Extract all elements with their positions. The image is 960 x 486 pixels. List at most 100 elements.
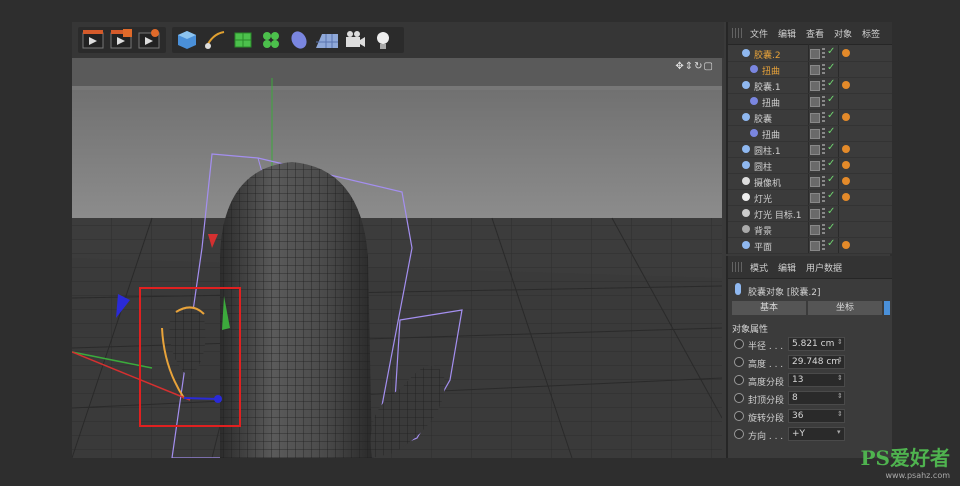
dropdown-arrow-icon[interactable]: ▾ bbox=[837, 428, 841, 436]
object-row[interactable]: 扭曲 ✓ bbox=[728, 62, 892, 78]
tag-icon[interactable] bbox=[842, 177, 850, 185]
visibility-dots[interactable] bbox=[822, 96, 825, 106]
visibility-dots[interactable] bbox=[822, 80, 825, 90]
visibility-dots[interactable] bbox=[822, 192, 825, 202]
enable-check-icon[interactable]: ✓ bbox=[827, 46, 835, 57]
render-settings-icon[interactable] bbox=[136, 28, 162, 52]
cloner-icon[interactable] bbox=[258, 28, 284, 52]
light-icon[interactable] bbox=[370, 28, 396, 52]
layer-swatch[interactable] bbox=[810, 97, 820, 107]
layer-swatch[interactable] bbox=[810, 49, 820, 59]
3d-viewport[interactable]: ✥⇕↻▢ bbox=[72, 58, 722, 458]
subdivision-surface-icon[interactable] bbox=[230, 28, 256, 52]
object-row[interactable]: 胶囊 ✓ bbox=[728, 110, 892, 126]
viewport-navigation-controls[interactable]: ✥⇕↻▢ bbox=[675, 61, 714, 72]
render-to-picture-viewer-icon[interactable] bbox=[108, 28, 134, 52]
enable-check-icon[interactable]: ✓ bbox=[827, 190, 835, 201]
enable-check-icon[interactable]: ✓ bbox=[827, 110, 835, 121]
tag-icon[interactable] bbox=[842, 161, 850, 169]
animate-radio[interactable] bbox=[734, 339, 744, 349]
menu-edit[interactable]: 编辑 bbox=[778, 27, 796, 40]
render-view-icon[interactable] bbox=[80, 28, 106, 52]
camera-icon[interactable] bbox=[342, 28, 368, 52]
cube-icon[interactable] bbox=[174, 28, 200, 52]
deformer-icon[interactable] bbox=[286, 28, 312, 52]
animate-radio[interactable] bbox=[734, 393, 744, 403]
layer-swatch[interactable] bbox=[810, 145, 820, 155]
grip-icon[interactable] bbox=[732, 28, 742, 38]
enable-check-icon[interactable]: ✓ bbox=[827, 62, 835, 73]
visibility-dots[interactable] bbox=[822, 48, 825, 58]
animate-radio[interactable] bbox=[734, 375, 744, 385]
visibility-dots[interactable] bbox=[822, 128, 825, 138]
spinner-icon[interactable]: ⇕ bbox=[837, 356, 843, 364]
visibility-dots[interactable] bbox=[822, 112, 825, 122]
animate-radio[interactable] bbox=[734, 411, 744, 421]
visibility-dots[interactable] bbox=[822, 144, 825, 154]
tag-icon[interactable] bbox=[842, 81, 850, 89]
enable-check-icon[interactable]: ✓ bbox=[827, 94, 835, 105]
tag-icon[interactable] bbox=[842, 49, 850, 57]
layer-swatch[interactable] bbox=[810, 129, 820, 139]
layer-swatch[interactable] bbox=[810, 65, 820, 75]
object-row[interactable]: 圆柱.1 ✓ bbox=[728, 142, 892, 158]
menu-file[interactable]: 文件 bbox=[750, 27, 768, 40]
object-row[interactable]: 背景 ✓ bbox=[728, 222, 892, 238]
tab-coord[interactable]: 坐标 bbox=[808, 301, 882, 315]
layer-swatch[interactable] bbox=[810, 81, 820, 91]
object-row[interactable]: 灯光 目标.1 ✓ bbox=[728, 206, 892, 222]
enable-check-icon[interactable]: ✓ bbox=[827, 206, 835, 217]
visibility-dots[interactable] bbox=[822, 208, 825, 218]
layer-swatch[interactable] bbox=[810, 193, 820, 203]
enable-check-icon[interactable]: ✓ bbox=[827, 78, 835, 89]
visibility-dots[interactable] bbox=[822, 64, 825, 74]
object-row[interactable]: 扭曲 ✓ bbox=[728, 94, 892, 110]
enable-check-icon[interactable]: ✓ bbox=[827, 238, 835, 249]
spinner-icon[interactable]: ⇕ bbox=[837, 392, 843, 400]
tag-icon[interactable] bbox=[842, 241, 850, 249]
object-row[interactable]: 平面 ✓ bbox=[728, 238, 892, 254]
pen-icon[interactable] bbox=[202, 28, 228, 52]
layer-swatch[interactable] bbox=[810, 177, 820, 187]
menu-tag[interactable]: 标签 bbox=[862, 27, 880, 40]
layer-swatch[interactable] bbox=[810, 209, 820, 219]
layer-swatch[interactable] bbox=[810, 161, 820, 171]
tag-icon[interactable] bbox=[842, 145, 850, 153]
visibility-dots[interactable] bbox=[822, 240, 825, 250]
floor-icon[interactable] bbox=[314, 28, 340, 52]
object-row[interactable]: 灯光 ✓ bbox=[728, 190, 892, 206]
menu-mode[interactable]: 模式 bbox=[750, 261, 768, 274]
menu-view[interactable]: 查看 bbox=[806, 27, 824, 40]
animate-radio[interactable] bbox=[734, 357, 744, 367]
spinner-icon[interactable]: ⇕ bbox=[837, 374, 843, 382]
object-row[interactable]: 胶囊.1 ✓ bbox=[728, 78, 892, 94]
menu-user-data[interactable]: 用户数据 bbox=[806, 261, 842, 274]
tag-icon[interactable] bbox=[842, 113, 850, 121]
spinner-icon[interactable]: ⇕ bbox=[837, 338, 843, 346]
tab-indicator bbox=[884, 301, 890, 315]
object-row[interactable]: 圆柱 ✓ bbox=[728, 158, 892, 174]
enable-check-icon[interactable]: ✓ bbox=[827, 142, 835, 153]
tab-basic[interactable]: 基本 bbox=[732, 301, 806, 315]
object-row[interactable]: 扭曲 ✓ bbox=[728, 126, 892, 142]
object-row[interactable]: 摄像机 ✓ bbox=[728, 174, 892, 190]
visibility-dots[interactable] bbox=[822, 224, 825, 234]
layer-swatch[interactable] bbox=[810, 225, 820, 235]
attribute-manager: 模式 编辑 用户数据 胶囊对象 [胶囊.2] 基本 坐标 对象属性 半径 . .… bbox=[726, 256, 892, 458]
grip-icon[interactable] bbox=[732, 262, 742, 272]
menu-edit[interactable]: 编辑 bbox=[778, 261, 796, 274]
enable-check-icon[interactable]: ✓ bbox=[827, 222, 835, 233]
enable-check-icon[interactable]: ✓ bbox=[827, 158, 835, 169]
visibility-dots[interactable] bbox=[822, 160, 825, 170]
enable-check-icon[interactable]: ✓ bbox=[827, 174, 835, 185]
object-name: 圆柱 bbox=[754, 163, 773, 173]
enable-check-icon[interactable]: ✓ bbox=[827, 126, 835, 137]
menu-object[interactable]: 对象 bbox=[834, 27, 852, 40]
object-row[interactable]: 胶囊.2 ✓ bbox=[728, 46, 892, 62]
visibility-dots[interactable] bbox=[822, 176, 825, 186]
animate-radio[interactable] bbox=[734, 429, 744, 439]
layer-swatch[interactable] bbox=[810, 113, 820, 123]
tag-icon[interactable] bbox=[842, 193, 850, 201]
layer-swatch[interactable] bbox=[810, 241, 820, 251]
spinner-icon[interactable]: ⇕ bbox=[837, 410, 843, 418]
